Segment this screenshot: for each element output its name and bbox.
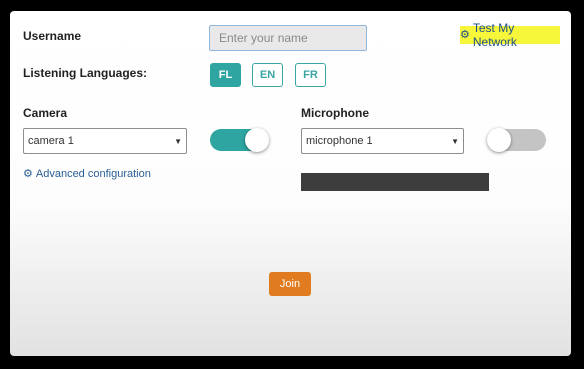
microphone-toggle-knob: [487, 128, 511, 152]
camera-toggle[interactable]: [210, 128, 269, 152]
advanced-configuration-link[interactable]: ⚙ Advanced configuration: [23, 168, 151, 180]
language-fr-button[interactable]: FR: [295, 63, 326, 87]
camera-toggle-knob: [245, 128, 269, 152]
gear-icon: ⚙: [23, 167, 33, 180]
camera-selected-value: camera 1: [28, 135, 74, 147]
languages-label: Listening Languages:: [23, 66, 148, 80]
username-label: Username: [23, 29, 82, 43]
gear-icon: ⚙: [460, 28, 470, 41]
microphone-selected-value: microphone 1: [306, 135, 373, 147]
microphone-level-meter: [301, 173, 489, 191]
microphone-toggle[interactable]: [487, 128, 546, 152]
language-fl-button[interactable]: FL: [210, 63, 241, 87]
join-button[interactable]: Join: [269, 272, 311, 296]
caret-down-icon: ▼: [451, 137, 459, 146]
username-input[interactable]: [209, 25, 367, 51]
caret-down-icon: ▼: [174, 137, 182, 146]
advanced-configuration-label: Advanced configuration: [35, 168, 151, 180]
microphone-select[interactable]: microphone 1 ▼: [301, 128, 464, 154]
test-network-label: Test My Network: [472, 21, 517, 49]
camera-select[interactable]: camera 1 ▼: [23, 128, 187, 154]
language-en-button[interactable]: EN: [252, 63, 283, 87]
camera-label: Camera: [23, 106, 68, 120]
test-network-link[interactable]: ⚙ Test My Network: [460, 21, 560, 49]
setup-panel: Username ⚙ Test My Network Listening Lan…: [10, 11, 571, 356]
microphone-label: Microphone: [301, 106, 369, 120]
